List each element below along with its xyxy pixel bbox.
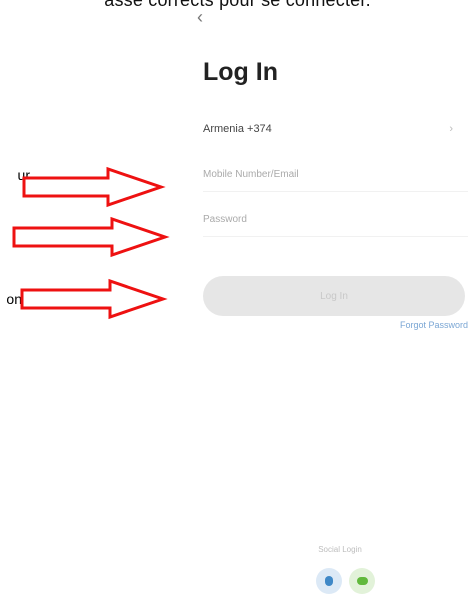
password-input[interactable]: Password xyxy=(203,214,468,237)
page-title: Log In xyxy=(203,58,278,86)
forgot-password-link[interactable]: Forgot Password xyxy=(300,320,468,330)
wechat-icon[interactable] xyxy=(349,568,375,594)
annotation-arrow-3 xyxy=(20,278,168,320)
annotation-arrow-2 xyxy=(12,216,170,258)
login-button[interactable]: Log In xyxy=(203,276,465,316)
password-placeholder: Password xyxy=(203,214,247,225)
document-top-text: asse corrects pour se connecter. xyxy=(104,0,371,10)
region-selector[interactable]: Armenia +374 › xyxy=(203,123,465,143)
annotation-arrow-1 xyxy=(22,166,166,208)
region-label: Armenia +374 xyxy=(203,123,272,135)
phone-email-input[interactable]: Mobile Number/Email xyxy=(203,169,468,192)
account-icon[interactable] xyxy=(316,568,342,594)
chevron-right-icon: › xyxy=(449,123,453,135)
login-button-label: Log In xyxy=(320,290,348,302)
phone-email-placeholder: Mobile Number/Email xyxy=(203,169,299,180)
social-login-label: Social Login xyxy=(318,545,362,554)
back-chevron-icon[interactable]: ‹ xyxy=(197,8,203,26)
